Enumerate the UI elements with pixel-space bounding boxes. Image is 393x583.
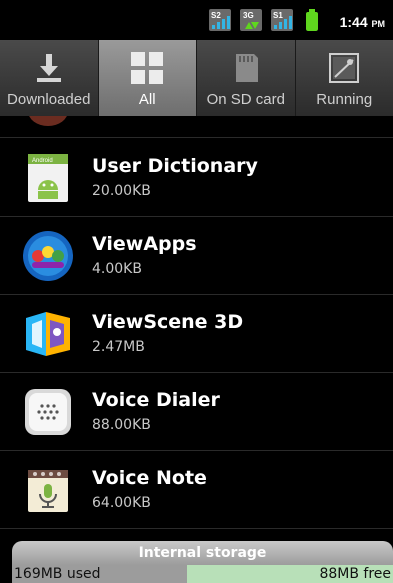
viewscene-icon [26,312,70,356]
storage-usage-bar: 169MB used 88MB free [12,565,393,583]
android-dictionary-icon: Android [28,154,68,202]
sdcard-icon [235,54,258,82]
signal-sim2-icon: S2 [209,9,231,31]
svg-text:S1: S1 [273,11,283,20]
tab-downloaded[interactable]: Downloaded [0,40,98,116]
list-item-viewapps[interactable]: ViewApps 4.00KB [0,217,393,295]
tab-all[interactable]: All [98,40,196,116]
storage-title: Internal storage [12,541,393,565]
app-list[interactable]: Android User Dictionary 20.00KB ViewApps… [0,116,393,541]
list-item-user-dictionary[interactable]: Android User Dictionary 20.00KB [0,139,393,217]
list-item-voice-note[interactable]: Voice Note 64.00KB [0,451,393,529]
viewapps-icon [23,231,73,281]
tab-running[interactable]: Running [296,40,393,116]
list-item-voice-dialer[interactable]: Voice Dialer 88.00KB [0,373,393,451]
svg-text:S2: S2 [211,11,221,20]
partial-app-icon [28,116,68,126]
voice-note-icon [28,470,68,512]
status-bar: S2 3G S1 1:44 PM [0,0,393,40]
screen: S2 3G S1 1:44 PM Downloaded All On SD ca… [0,0,393,583]
storage-used-label: 169MB used [14,566,101,582]
tab-bar: Downloaded All On SD card Running [0,40,393,116]
list-item-viewscene-3d[interactable]: ViewScene 3D 2.47MB [0,295,393,373]
clock: 1:44 PM [339,14,385,30]
download-icon [36,54,61,82]
storage-free-label: 88MB free [319,566,391,582]
signal-sim1-icon: S1 [271,9,293,31]
svg-text:3G: 3G [243,11,254,20]
storage-panel: Internal storage 169MB used 88MB free [12,541,393,583]
svg-text:Android: Android [32,158,53,164]
grid-icon [131,52,164,84]
battery-icon [306,9,318,31]
data-3g-icon: 3G [240,9,262,31]
tab-sd-card[interactable]: On SD card [197,40,295,116]
voice-dialer-icon [25,389,71,435]
list-item-partial[interactable] [0,116,393,138]
running-icon [329,53,360,83]
